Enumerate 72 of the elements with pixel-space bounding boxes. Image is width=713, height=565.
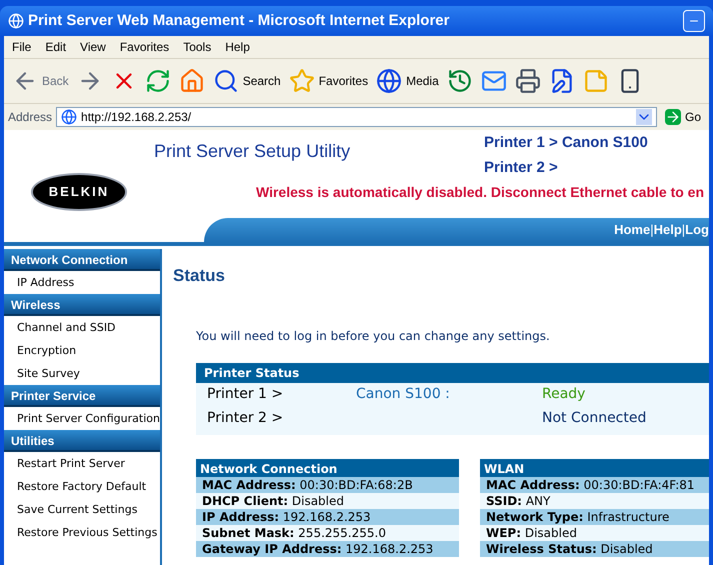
info-row: Wireless Status: Disabled [480, 540, 709, 556]
printer-link[interactable]: Printer 1 > Canon S100 [484, 132, 648, 154]
menu-item[interactable]: Tools [183, 38, 212, 56]
menu-item[interactable]: Favorites [120, 38, 170, 56]
printer-model: Canon S100 : [356, 386, 450, 402]
address-url: http://192.168.2.253/ [81, 109, 192, 126]
sidebar-item[interactable]: Site Survey [4, 362, 160, 385]
window-title: Print Server Web Management - Microsoft Internet Explorer [28, 10, 450, 31]
info-row: WEP: Disabled [480, 524, 709, 540]
login-notice: You will need to log in before you can change any settings. [196, 328, 551, 344]
go-button[interactable]: Go [660, 108, 705, 126]
info-row: IP Address: 192.168.2.253 [196, 508, 459, 524]
sidebar-heading: Printer Service [4, 385, 160, 407]
toolbar-button[interactable]: Search [212, 68, 281, 94]
menu-item[interactable]: File [12, 38, 32, 56]
page-heading: Status [173, 265, 226, 287]
table-header: WLAN [480, 460, 709, 476]
printer-status: Ready [542, 385, 586, 404]
sidebar-item[interactable]: Print Server Configuration [4, 407, 160, 430]
menu-item[interactable]: Edit [45, 38, 66, 56]
info-row: MAC Address: 00:30:BD:FA:4F:81 [480, 476, 709, 492]
minimize-button[interactable] [683, 10, 705, 32]
utility-title: Print Server Setup Utility [154, 140, 352, 163]
menu-item[interactable]: View [80, 38, 106, 56]
link-separator: | [682, 221, 686, 240]
address-label: Address [8, 109, 52, 126]
table-header: Printer Status [196, 362, 709, 382]
sidebar-heading: Network Connection [4, 249, 160, 271]
sidebar-item[interactable]: Restore Previous Settings [4, 521, 160, 544]
info-row: MAC Address: 00:30:BD:FA:68:2B [196, 476, 459, 492]
printer-icon [514, 68, 541, 94]
nav-link[interactable]: Help [654, 220, 682, 240]
sidebar-item[interactable]: IP Address [4, 271, 160, 294]
info-row: Network Type: Infrastructure [480, 508, 709, 524]
sidebar-item[interactable]: Encryption [4, 339, 160, 362]
sidebar-heading: Wireless [4, 294, 160, 316]
note-icon [582, 68, 609, 94]
brand-logo: BELKIN [30, 173, 128, 211]
printer-name[interactable]: Printer 2 > [207, 408, 356, 429]
toolbar-button[interactable]: Favorites [288, 68, 368, 94]
home-icon [178, 68, 205, 94]
info-row: DHCP Client: Disabled [196, 492, 459, 508]
sidebar-item[interactable]: Restart Print Server [4, 452, 160, 475]
refresh-icon [144, 68, 171, 94]
search-icon [212, 68, 239, 94]
info-row: SSID: ANY [480, 492, 709, 508]
table-header: Network Connection [196, 460, 459, 476]
menu-item[interactable]: Help [225, 38, 250, 56]
browser-icon [8, 13, 24, 29]
nav-link[interactable]: Home [614, 220, 650, 240]
page-icon [61, 109, 78, 125]
info-row: Subnet Mask: 255.255.255.0 [196, 524, 459, 540]
printer-name[interactable]: Printer 1 > [207, 384, 356, 405]
printer-link[interactable]: Printer 2 > [484, 156, 648, 179]
address-field[interactable]: http://192.168.2.253/ [56, 107, 657, 127]
sidebar-heading: Utilities [4, 430, 160, 452]
toolbar-button[interactable]: Back [12, 68, 69, 94]
toolbar-button[interactable] [446, 68, 473, 94]
info-row: Gateway IP Address: 192.168.2.253 [196, 540, 459, 556]
star-icon [288, 68, 315, 94]
globe-icon [376, 68, 402, 94]
warning-message: Wireless is automatically disabled. Disconnect Ethernet cable to en [255, 183, 706, 202]
sidebar-item[interactable]: Restore Factory Default [4, 475, 160, 498]
sidebar-item[interactable]: Channel and SSID [4, 316, 160, 339]
printer-status: Not Connected [542, 409, 646, 428]
toolbar-button[interactable] [514, 68, 541, 94]
nav-link[interactable]: Log [685, 220, 709, 240]
link-separator: | [650, 221, 654, 240]
history-icon [446, 68, 473, 94]
sidebar-item[interactable]: Save Current Settings [4, 498, 160, 521]
dropdown-icon[interactable] [636, 109, 652, 125]
toolbar-button[interactable]: Media [376, 68, 439, 94]
